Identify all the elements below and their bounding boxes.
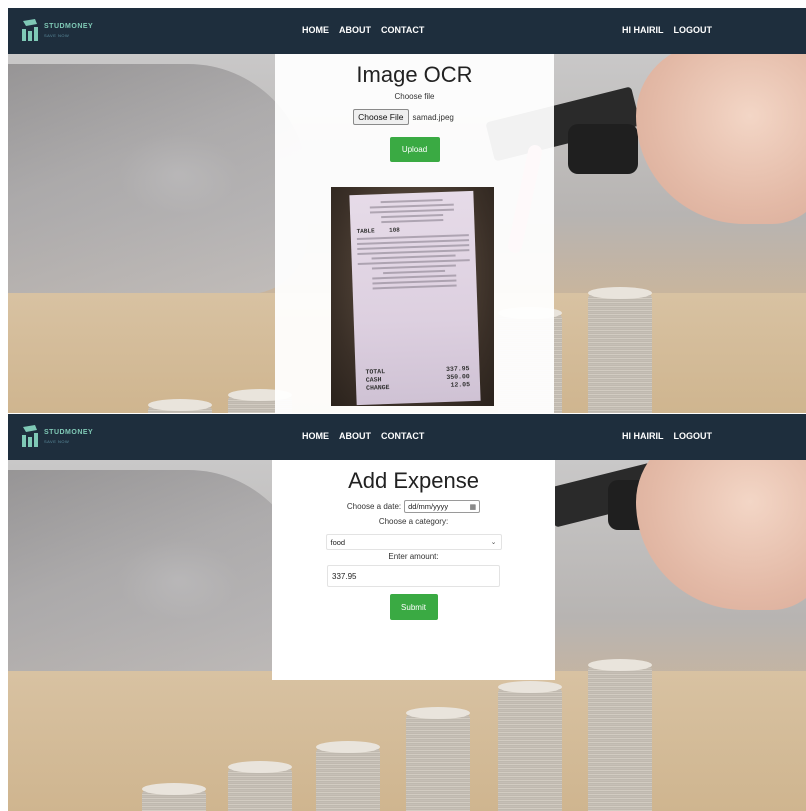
nav-home-link[interactable]: HOME bbox=[302, 25, 329, 35]
page-title: Add Expense bbox=[348, 468, 479, 493]
navbar: STUDMONEY SAVE NOW HOME ABOUT CONTACT HI… bbox=[8, 8, 806, 54]
category-value: food bbox=[330, 537, 346, 547]
nav-links: HOME ABOUT CONTACT bbox=[302, 25, 424, 35]
amount-label: Enter amount: bbox=[388, 552, 439, 561]
page-title: Image OCR bbox=[356, 62, 473, 87]
selected-file-name: samad.jpeg bbox=[412, 112, 454, 122]
receipt-image: TABLE 108 TOTAL 337.95 CASH 350.00 CHANG… bbox=[331, 187, 494, 406]
navbar: STUDMONEY SAVE NOW HOME ABOUT CONTACT HI… bbox=[8, 414, 806, 460]
expense-screen: STUDMONEY SAVE NOW HOME ABOUT CONTACT HI… bbox=[8, 414, 806, 811]
receipt-table-label: TABLE 108 bbox=[356, 226, 400, 235]
user-greeting: HI HAIRIL bbox=[622, 431, 664, 441]
nav-user: HI HAIRIL LOGOUT bbox=[622, 25, 712, 35]
brand-tagline: SAVE NOW bbox=[44, 33, 70, 38]
date-input[interactable]: dd/mm/yyyy ▦ bbox=[404, 500, 481, 513]
amount-value: 337.95 bbox=[332, 571, 357, 581]
choose-file-label: Choose file bbox=[394, 92, 435, 101]
nav-about-link[interactable]: ABOUT bbox=[339, 25, 371, 35]
brand-logo[interactable]: STUDMONEY SAVE NOW bbox=[20, 423, 110, 451]
expense-card: Add Expense Choose a date: dd/mm/yyyy ▦ … bbox=[272, 460, 555, 680]
calendar-icon[interactable]: ▦ bbox=[470, 503, 477, 511]
brand-tagline: SAVE NOW bbox=[44, 439, 70, 444]
upload-button[interactable]: Upload bbox=[389, 137, 440, 162]
category-select[interactable]: food ⌄ bbox=[325, 534, 502, 550]
ocr-screen: STUDMONEY SAVE NOW HOME ABOUT CONTACT HI… bbox=[8, 8, 806, 413]
file-picker: Choose File samad.jpeg bbox=[253, 109, 554, 125]
choose-file-button[interactable]: Choose File bbox=[353, 109, 409, 125]
nav-links: HOME ABOUT CONTACT bbox=[302, 431, 424, 441]
user-greeting: HI HAIRIL bbox=[622, 25, 664, 35]
category-label: Choose a category: bbox=[378, 517, 449, 526]
ocr-card: Image OCR Choose file Choose File samad.… bbox=[275, 54, 554, 413]
chevron-down-icon: ⌄ bbox=[490, 539, 497, 546]
brand-name: STUDMONEY bbox=[44, 429, 94, 436]
amount-input[interactable]: 337.95 bbox=[327, 565, 500, 587]
brand-name: STUDMONEY bbox=[44, 23, 94, 30]
logo-icon bbox=[22, 19, 38, 41]
nav-about-link[interactable]: ABOUT bbox=[339, 431, 371, 441]
receipt-totals: TOTAL 337.95 CASH 350.00 CHANGE 12.05 bbox=[365, 365, 470, 393]
logo-icon bbox=[22, 425, 38, 447]
logout-link[interactable]: LOGOUT bbox=[674, 25, 713, 35]
nav-home-link[interactable]: HOME bbox=[302, 431, 329, 441]
nav-contact-link[interactable]: CONTACT bbox=[381, 25, 424, 35]
logout-link[interactable]: LOGOUT bbox=[674, 431, 713, 441]
brand-logo[interactable]: STUDMONEY SAVE NOW bbox=[20, 17, 110, 45]
nav-user: HI HAIRIL LOGOUT bbox=[622, 431, 712, 441]
submit-button[interactable]: Submit bbox=[389, 594, 438, 620]
nav-contact-link[interactable]: CONTACT bbox=[381, 431, 424, 441]
date-label: Choose a date: bbox=[346, 502, 402, 511]
date-row: Choose a date: dd/mm/yyyy ▦ bbox=[272, 500, 555, 513]
